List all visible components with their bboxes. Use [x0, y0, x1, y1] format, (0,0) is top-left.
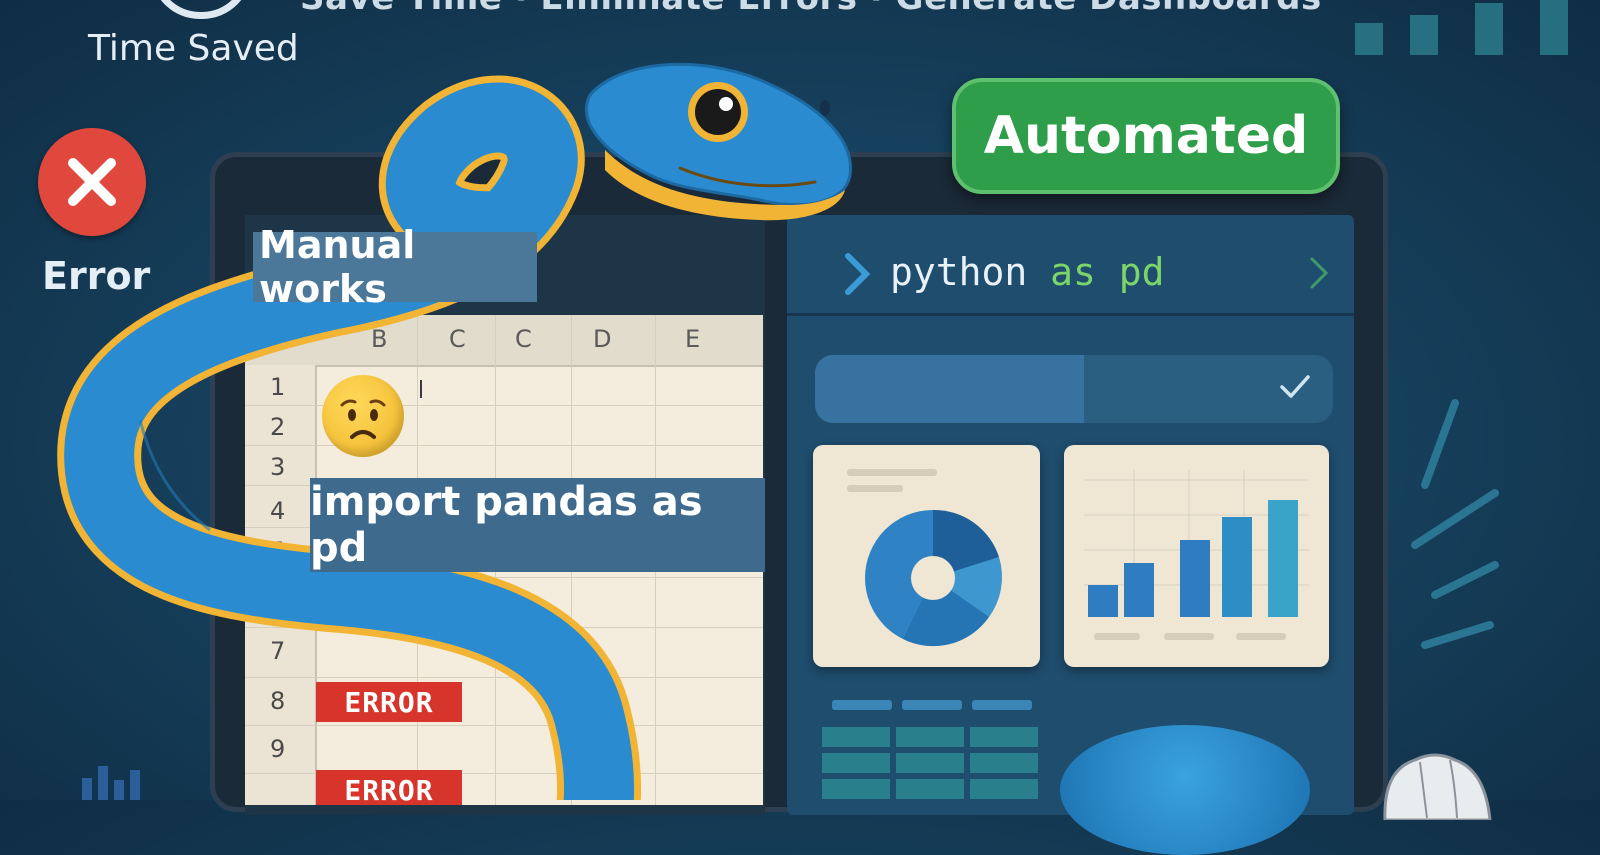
worried-face-icon [322, 375, 404, 457]
row-number: 6 [270, 590, 286, 618]
code-keyword: as pd [1050, 250, 1165, 294]
column-header-row: A B C C D E [245, 315, 763, 367]
column-header: B [371, 325, 388, 353]
row-header-column: 1 2 3 4 5 6 7 8 9 [245, 365, 317, 805]
checkmark-icon [1280, 375, 1310, 398]
error-label: Error [42, 254, 151, 298]
chevron-right-icon [845, 253, 871, 295]
row-number: 9 [270, 735, 286, 763]
pane-divider [787, 313, 1354, 316]
pie-chart-icon [847, 469, 1003, 647]
pie-chart-card [813, 445, 1040, 667]
glow-orb [1060, 725, 1310, 855]
clock-icon [150, 0, 252, 19]
row-number: 1 [270, 373, 286, 401]
cartoon-hand [1383, 753, 1492, 820]
code-line: python as pd [890, 250, 1165, 294]
row-number: 5 [270, 537, 286, 565]
text-cursor [420, 380, 422, 398]
progress-bar [815, 355, 1333, 423]
bar-chart-icon [1084, 470, 1309, 640]
column-header: D [593, 325, 612, 353]
progress-fill [815, 355, 1085, 423]
automated-badge: Automated [952, 78, 1340, 194]
motion-lines-icon [1411, 399, 1499, 649]
row-number: 4 [270, 497, 286, 525]
import-code-label: import pandas as pd [310, 478, 765, 572]
banner-text: Save Time · Eliminate Errors · Generate … [300, 0, 1322, 18]
row-number: 2 [270, 413, 286, 441]
error-cell: ERROR [316, 682, 462, 722]
bar-chart-icon [1355, 0, 1585, 55]
column-header: A [269, 325, 286, 353]
data-table-icon [822, 700, 1038, 799]
close-icon [68, 158, 116, 206]
time-saved-label: Time Saved [88, 28, 299, 69]
column-header: C [449, 325, 466, 353]
manual-works-label: Manual works [253, 223, 537, 311]
column-header: E [685, 325, 701, 353]
column-header: C [515, 325, 532, 353]
bar-chart-card [1064, 445, 1329, 667]
small-bars-icon [82, 758, 142, 800]
error-icon [38, 128, 146, 236]
row-number: 8 [270, 687, 286, 715]
code-prefix: python [890, 250, 1028, 294]
row-number: 3 [270, 453, 286, 481]
chevron-right-icon [1310, 257, 1329, 289]
row-number: 7 [270, 637, 286, 665]
